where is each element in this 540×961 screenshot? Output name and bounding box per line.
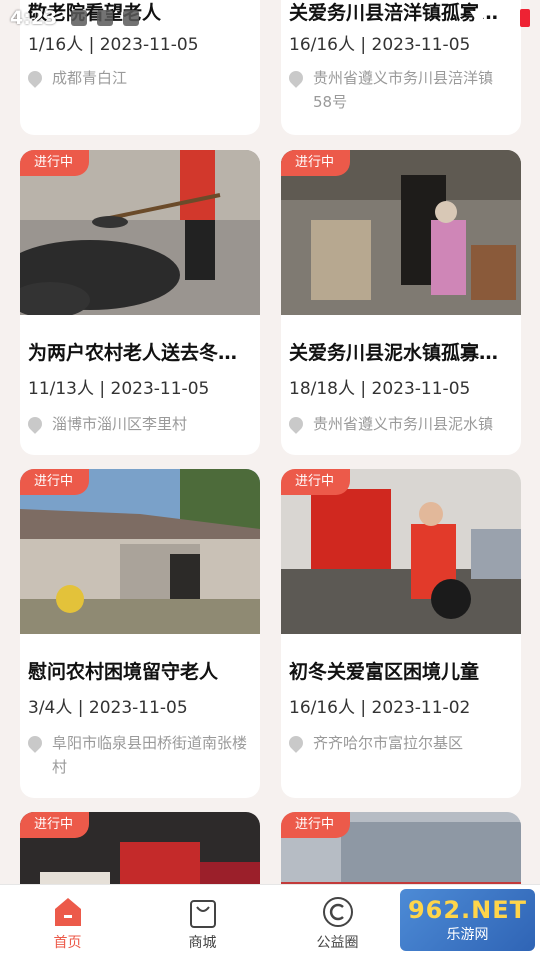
site-watermark-logo: 962.NET 乐游网 — [400, 889, 535, 951]
download-icon — [71, 10, 88, 26]
activity-card[interactable]: 进行中 关爱务川县泥水镇孤寡… 18/18人 | 2023-11-05 贵州省遵… — [281, 150, 521, 455]
activity-title: 关爱务川县泥水镇孤寡… — [289, 342, 499, 364]
activity-card[interactable]: 进行中 慰问农村困境留守老人 3/4人 | 2023-11-05 阜阳市临泉县田… — [20, 469, 260, 798]
activity-location: 齐齐哈尔市富拉尔基区 — [286, 731, 511, 755]
location-pin-icon — [25, 733, 45, 753]
copyright-circle-icon — [322, 896, 353, 927]
activity-title: 初冬关爱富区困境儿童 — [289, 661, 480, 683]
activity-title: 为两户农村老人送去冬… — [28, 342, 238, 364]
location-pin-icon — [286, 414, 306, 434]
tab-charity-circle[interactable]: 公益圈 — [270, 885, 405, 961]
location-pin-icon — [25, 414, 45, 434]
tab-mall[interactable]: 商城 — [135, 885, 270, 961]
status-badge: 进行中 — [20, 150, 90, 176]
status-time: 4:23 — [10, 7, 58, 29]
activity-location: 成都青白江 — [25, 66, 250, 90]
activity-location: 阜阳市临泉县田桥街道南张楼村 — [25, 731, 250, 779]
shopping-bag-icon — [189, 899, 216, 928]
tab-label: 公益圈 — [316, 934, 359, 951]
battery-icon — [520, 9, 530, 27]
activity-meta: 3/4人 | 2023-11-05 — [28, 698, 188, 718]
home-icon — [54, 897, 81, 926]
activity-meta: 16/16人 | 2023-11-02 — [289, 698, 471, 718]
activity-meta: 18/18人 | 2023-11-05 — [289, 379, 471, 399]
status-badge: 进行中 — [281, 150, 351, 176]
location-pin-icon — [286, 68, 306, 88]
status-badge: 进行中 — [20, 812, 90, 838]
activity-card[interactable]: 进行中 为两户农村老人送去冬… 11/13人 | 2023-11-05 淄博市淄… — [20, 150, 260, 455]
location-pin-icon — [286, 733, 306, 753]
signal-icon — [496, 10, 512, 26]
status-badge: 进行中 — [281, 469, 351, 495]
tab-label: 商城 — [188, 934, 217, 951]
activity-location: 贵州省遵义市务川县涪洋镇58号 — [286, 66, 511, 114]
wifi-icon — [470, 11, 488, 25]
activity-meta: 11/13人 | 2023-11-05 — [28, 379, 210, 399]
app-icon — [123, 10, 140, 26]
activity-title: 慰问农村困境留守老人 — [28, 661, 219, 683]
activity-card[interactable]: 进行中 初冬关爱富区困境儿童 16/16人 | 2023-11-02 齐齐哈尔市… — [281, 469, 521, 798]
activity-location: 淄博市淄川区李里村 — [25, 412, 250, 436]
tab-label: 首页 — [53, 934, 82, 951]
status-bar: 4:23 — [0, 0, 540, 36]
tab-home[interactable]: 首页 — [0, 885, 135, 961]
location-pin-icon — [25, 68, 45, 88]
status-badge: 进行中 — [281, 812, 351, 838]
notification-icon — [97, 10, 114, 26]
activity-location: 贵州省遵义市务川县泥水镇 — [286, 412, 511, 436]
status-badge: 进行中 — [20, 469, 90, 495]
